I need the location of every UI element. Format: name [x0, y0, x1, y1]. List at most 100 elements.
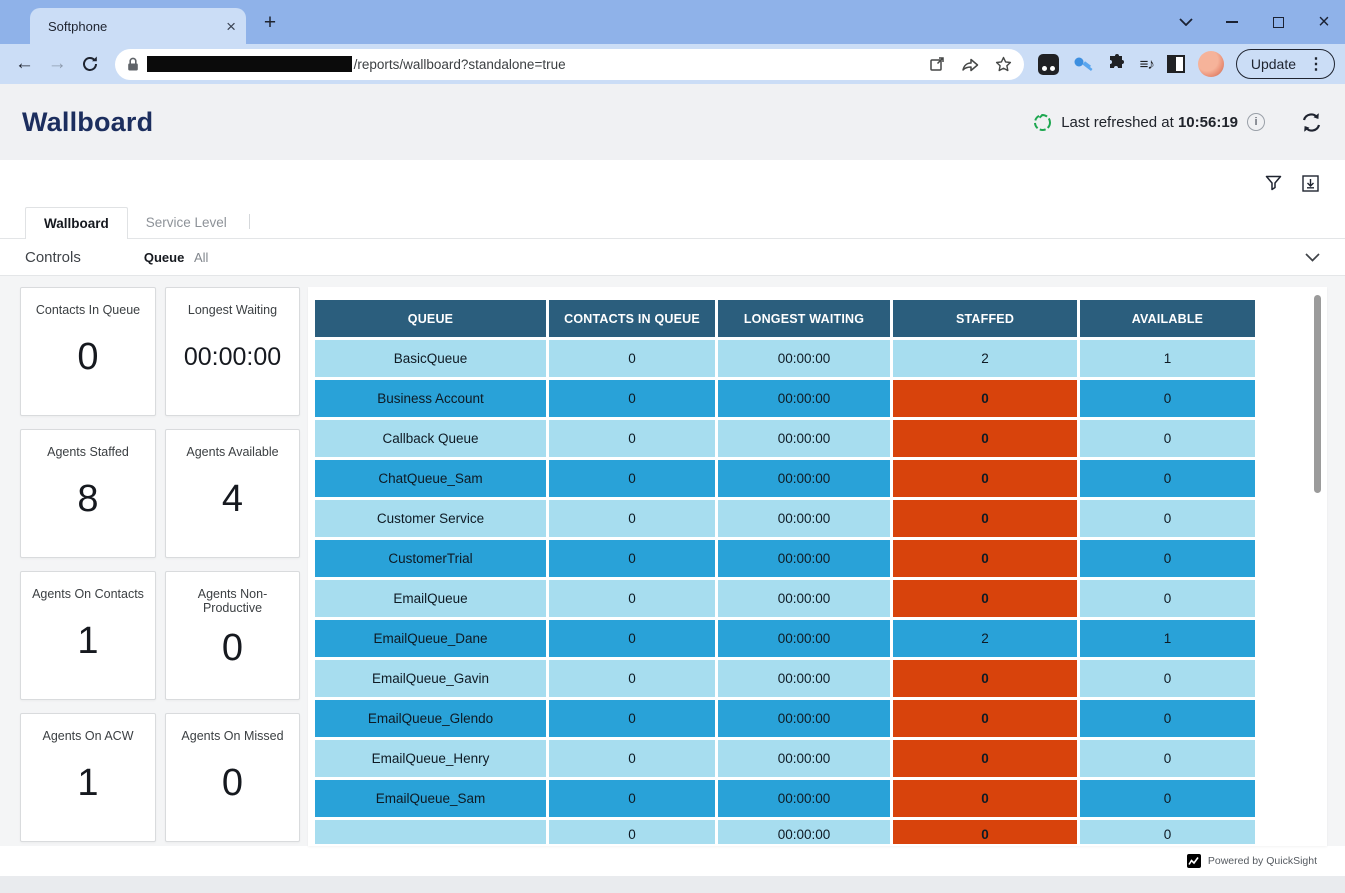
table-cell-queue[interactable]: CustomerTrial — [315, 540, 546, 577]
column-header[interactable]: CONTACTS IN QUEUE — [549, 300, 715, 337]
table-cell-queue[interactable] — [315, 820, 546, 844]
tab-search-chevron-icon[interactable] — [1175, 11, 1197, 33]
maximize-button[interactable] — [1267, 11, 1289, 33]
minimize-button[interactable] — [1221, 11, 1243, 33]
table-cell-available[interactable]: 0 — [1080, 420, 1255, 457]
table-cell-contacts-in-queue[interactable]: 0 — [549, 620, 715, 657]
table-cell-queue[interactable]: Customer Service — [315, 500, 546, 537]
table-cell-contacts-in-queue[interactable]: 0 — [549, 580, 715, 617]
table-cell-contacts-in-queue[interactable]: 0 — [549, 500, 715, 537]
tab-wallboard[interactable]: Wallboard — [25, 207, 128, 239]
table-cell-available[interactable]: 0 — [1080, 580, 1255, 617]
table-cell-contacts-in-queue[interactable]: 0 — [549, 460, 715, 497]
close-window-button[interactable]: × — [1313, 11, 1335, 33]
address-bar[interactable]: /reports/wallboard?standalone=true — [115, 49, 1024, 80]
profile-avatar[interactable] — [1198, 51, 1224, 77]
table-cell-staffed[interactable]: 0 — [893, 740, 1077, 777]
table-cell-staffed[interactable]: 0 — [893, 780, 1077, 817]
browser-tab[interactable]: Softphone × — [30, 8, 246, 44]
table-cell-available[interactable]: 0 — [1080, 740, 1255, 777]
table-cell-longest-waiting[interactable]: 00:00:00 — [718, 700, 890, 737]
table-cell-contacts-in-queue[interactable]: 0 — [549, 820, 715, 844]
table-cell-longest-waiting[interactable]: 00:00:00 — [718, 460, 890, 497]
table-cell-longest-waiting[interactable]: 00:00:00 — [718, 740, 890, 777]
controls-collapse-chevron-icon[interactable] — [1305, 253, 1320, 262]
table-cell-queue[interactable]: EmailQueue — [315, 580, 546, 617]
table-cell-available[interactable]: 1 — [1080, 340, 1255, 377]
column-header[interactable]: STAFFED — [893, 300, 1077, 337]
table-cell-queue[interactable]: BasicQueue — [315, 340, 546, 377]
table-cell-longest-waiting[interactable]: 00:00:00 — [718, 780, 890, 817]
queue-filter[interactable]: Queue All — [144, 250, 209, 265]
table-cell-staffed[interactable]: 0 — [893, 460, 1077, 497]
bookmark-star-icon[interactable] — [995, 56, 1012, 73]
table-cell-contacts-in-queue[interactable]: 0 — [549, 420, 715, 457]
table-cell-longest-waiting[interactable]: 00:00:00 — [718, 580, 890, 617]
table-cell-staffed[interactable]: 2 — [893, 340, 1077, 377]
column-header[interactable]: AVAILABLE — [1080, 300, 1255, 337]
table-cell-staffed[interactable]: 0 — [893, 580, 1077, 617]
table-cell-available[interactable]: 0 — [1080, 460, 1255, 497]
reload-button[interactable] — [76, 49, 105, 79]
table-cell-queue[interactable]: Callback Queue — [315, 420, 546, 457]
table-cell-staffed[interactable]: 0 — [893, 660, 1077, 697]
table-cell-staffed[interactable]: 0 — [893, 420, 1077, 457]
table-cell-available[interactable]: 0 — [1080, 700, 1255, 737]
table-cell-contacts-in-queue[interactable]: 0 — [549, 340, 715, 377]
table-cell-queue[interactable]: Business Account — [315, 380, 546, 417]
table-cell-queue[interactable]: EmailQueue_Glendo — [315, 700, 546, 737]
export-icon[interactable] — [1302, 175, 1319, 192]
share-icon[interactable] — [961, 56, 979, 72]
table-cell-staffed[interactable]: 0 — [893, 540, 1077, 577]
table-cell-contacts-in-queue[interactable]: 0 — [549, 660, 715, 697]
table-cell-contacts-in-queue[interactable]: 0 — [549, 540, 715, 577]
table-cell-queue[interactable]: EmailQueue_Dane — [315, 620, 546, 657]
table-cell-contacts-in-queue[interactable]: 0 — [549, 780, 715, 817]
table-cell-longest-waiting[interactable]: 00:00:00 — [718, 380, 890, 417]
new-tab-button[interactable]: + — [258, 12, 282, 36]
table-cell-contacts-in-queue[interactable]: 0 — [549, 380, 715, 417]
table-cell-longest-waiting[interactable]: 00:00:00 — [718, 820, 890, 844]
table-cell-longest-waiting[interactable]: 00:00:00 — [718, 420, 890, 457]
table-cell-available[interactable]: 0 — [1080, 380, 1255, 417]
filter-icon[interactable] — [1265, 175, 1282, 191]
extension-dots-icon[interactable] — [1038, 54, 1059, 75]
info-icon[interactable]: i — [1247, 113, 1265, 131]
table-scrollbar-thumb[interactable] — [1314, 295, 1321, 493]
table-cell-staffed[interactable]: 0 — [893, 820, 1077, 844]
open-in-new-icon[interactable] — [929, 56, 945, 72]
table-cell-available[interactable]: 0 — [1080, 500, 1255, 537]
table-cell-longest-waiting[interactable]: 00:00:00 — [718, 620, 890, 657]
table-cell-queue[interactable]: EmailQueue_Sam — [315, 780, 546, 817]
table-cell-available[interactable]: 1 — [1080, 620, 1255, 657]
table-cell-staffed[interactable]: 0 — [893, 700, 1077, 737]
column-header[interactable]: LONGEST WAITING — [718, 300, 890, 337]
forward-button[interactable]: → — [43, 49, 72, 79]
table-cell-queue[interactable]: EmailQueue_Gavin — [315, 660, 546, 697]
table-cell-staffed[interactable]: 0 — [893, 380, 1077, 417]
browser-menu-kebab-icon[interactable]: ⋮ — [1304, 54, 1328, 74]
table-cell-available[interactable]: 0 — [1080, 540, 1255, 577]
key-extension-icon[interactable] — [1072, 54, 1094, 74]
tab-service-level[interactable]: Service Level — [128, 207, 245, 238]
table-cell-longest-waiting[interactable]: 00:00:00 — [718, 540, 890, 577]
table-cell-contacts-in-queue[interactable]: 0 — [549, 700, 715, 737]
table-cell-available[interactable]: 0 — [1080, 820, 1255, 844]
table-cell-staffed[interactable]: 0 — [893, 500, 1077, 537]
table-cell-available[interactable]: 0 — [1080, 780, 1255, 817]
table-cell-longest-waiting[interactable]: 00:00:00 — [718, 500, 890, 537]
table-cell-longest-waiting[interactable]: 00:00:00 — [718, 660, 890, 697]
extensions-puzzle-icon[interactable] — [1107, 54, 1127, 74]
tab-close-icon[interactable]: × — [226, 18, 236, 35]
back-button[interactable]: ← — [10, 49, 39, 79]
table-cell-available[interactable]: 0 — [1080, 660, 1255, 697]
browser-update-button[interactable]: Update ⋮ — [1236, 49, 1335, 79]
column-header[interactable]: QUEUE — [315, 300, 546, 337]
table-cell-queue[interactable]: EmailQueue_Henry — [315, 740, 546, 777]
refresh-button[interactable] — [1300, 112, 1323, 133]
table-cell-longest-waiting[interactable]: 00:00:00 — [718, 340, 890, 377]
table-cell-contacts-in-queue[interactable]: 0 — [549, 740, 715, 777]
playlist-extension-icon[interactable]: ≡♪ — [1140, 56, 1154, 73]
table-cell-staffed[interactable]: 2 — [893, 620, 1077, 657]
dark-mode-extension-icon[interactable] — [1167, 55, 1185, 73]
